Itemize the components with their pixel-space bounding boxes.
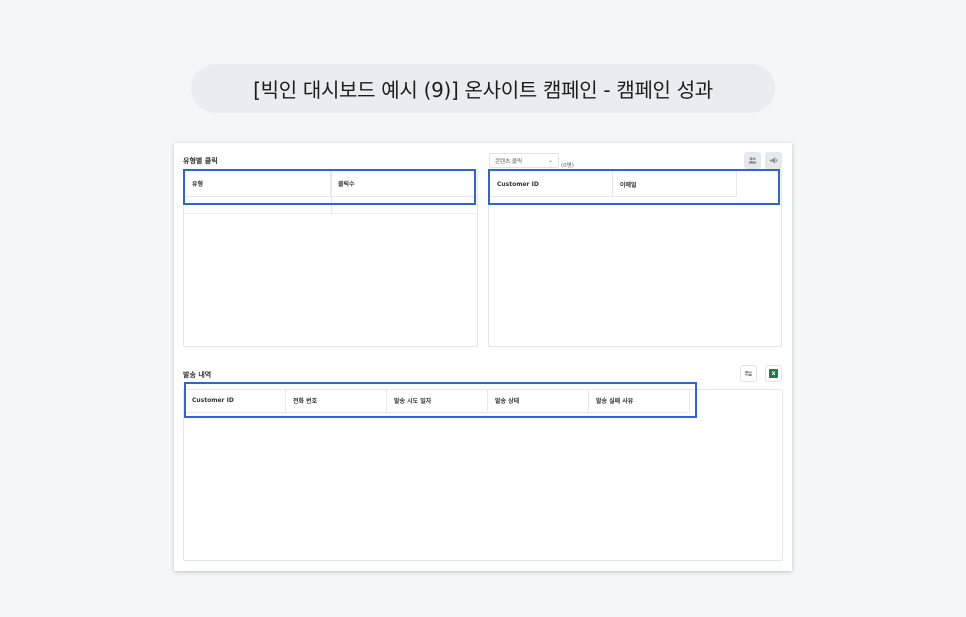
content-type-select-value: 콘텐츠 클릭 [495,158,523,165]
column-header-customer-id[interactable]: Customer ID [490,172,613,196]
filter-button[interactable] [740,365,757,382]
filter-sliders-icon [744,370,753,377]
column-header-customer-id[interactable]: Customer ID [185,389,286,411]
click-by-type-header: 유형 클릭수 [185,171,474,195]
content-click-table [488,170,782,347]
excel-export-button[interactable]: x [765,365,782,382]
page-title-pill: [빅인 대시보드 예시 (9)] 온사이트 캠페인 - 캠페인 성과 [191,64,775,113]
content-click-header: Customer ID 이메일 [490,172,736,196]
chevron-down-icon: ⌄ [547,157,553,164]
content-type-select[interactable]: 콘텐츠 클릭 ⌄ [489,153,559,168]
send-history-header: Customer ID 전화 번호 발송 시도 일자 발송 상태 발송 실패 사… [185,389,690,411]
column-header-type[interactable]: 유형 [185,171,331,195]
dashboard-panel: 유형별 클릭 유형 클릭수 콘텐츠 클릭 ⌄ (0명) Customer ID … [174,143,792,571]
page-title: [빅인 대시보드 예시 (9)] 온사이트 캠페인 - 캠페인 성과 [253,78,713,102]
send-history-title: 발송 내역 [183,371,212,379]
column-header-email[interactable]: 이메일 [613,172,736,196]
campaign-button[interactable] [765,152,782,169]
column-header-failure-reason[interactable]: 발송 실패 사유 [589,389,690,411]
users-button[interactable] [744,152,761,169]
users-icon [748,157,757,164]
click-by-type-table [183,170,478,347]
column-header-send-status[interactable]: 발송 상태 [488,389,589,411]
column-header-clicks[interactable]: 클릭수 [331,171,474,195]
recipient-count: (0명) [561,163,574,169]
click-by-type-title: 유형별 클릭 [183,157,218,165]
excel-icon: x [769,369,778,378]
send-history-table [183,389,783,561]
column-header-send-date[interactable]: 발송 시도 일자 [387,389,488,411]
column-header-phone[interactable]: 전화 번호 [286,389,387,411]
megaphone-icon [769,157,778,164]
